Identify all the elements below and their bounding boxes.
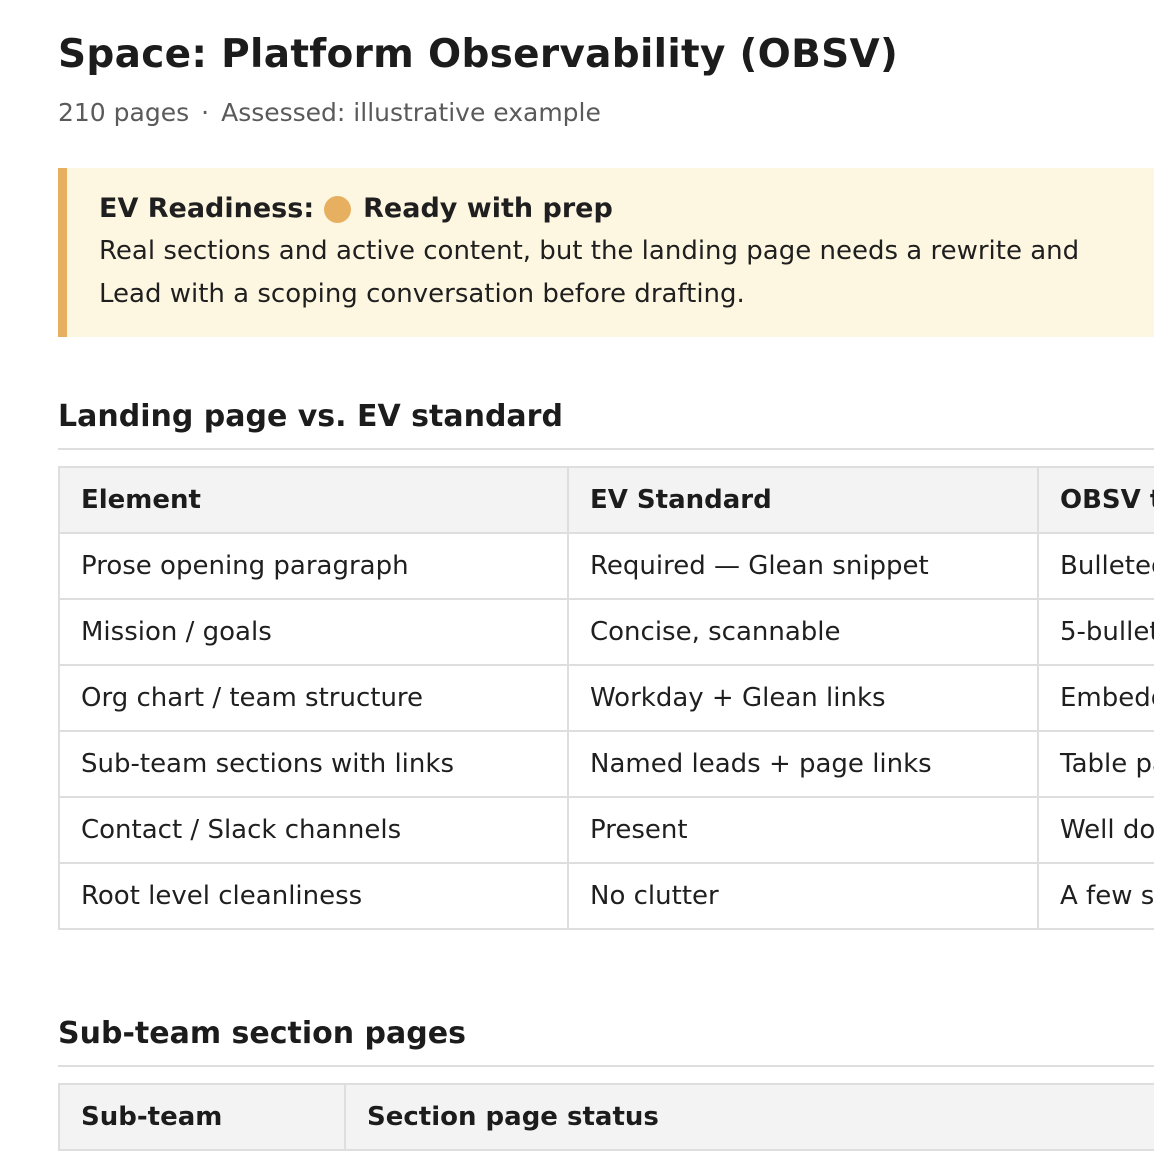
readiness-label: EV Readiness: [99, 193, 315, 224]
column-header-element: Element [58, 466, 569, 534]
table-cell: Bulleted [1037, 532, 1154, 600]
table-cell: Root level cleanliness [58, 862, 569, 930]
subteam-table: Sub-team Section page status [58, 1083, 1154, 1151]
page-title: Space: Platform Observability (OBSV) [58, 32, 899, 77]
section-divider [58, 448, 1154, 450]
table-cell: Well doc [1037, 796, 1154, 864]
column-header-obsv: OBSV today [1037, 466, 1154, 534]
column-header-subteam: Sub-team [58, 1083, 346, 1151]
table-cell: Named leads + page links [567, 730, 1039, 798]
landing-comparison-table: Element EV Standard OBSV today Prose ope… [58, 466, 1154, 930]
readiness-line-2: Lead with a scoping conversation before … [99, 279, 745, 309]
page-count: 210 pages [58, 98, 190, 127]
table-cell: Present [567, 796, 1039, 864]
table-cell: Required — Glean snippet [567, 532, 1039, 600]
table-cell: Table pa [1037, 730, 1154, 798]
table-cell: No clutter [567, 862, 1039, 930]
table-row: Org chart / team structure Workday + Gle… [58, 664, 1154, 732]
column-header-section-status: Section page status [344, 1083, 1154, 1151]
table-cell: 5-bullet [1037, 598, 1154, 666]
table-cell: Org chart / team structure [58, 664, 569, 732]
table-cell: Mission / goals [58, 598, 569, 666]
readiness-status: Ready with prep [363, 193, 613, 224]
table-row: Prose opening paragraph Required — Glean… [58, 532, 1154, 600]
readiness-headline: EV Readiness: Ready with prep [99, 190, 1154, 228]
page: Space: Platform Observability (OBSV) 210… [0, 0, 1154, 1154]
table-cell: Contact / Slack channels [58, 796, 569, 864]
assessed-label: Assessed: illustrative example [221, 98, 601, 127]
table-cell: A few st [1037, 862, 1154, 930]
section-divider [58, 1065, 1154, 1067]
readiness-callout: EV Readiness: Ready with prep Real secti… [58, 168, 1154, 337]
readiness-description: Real sections and active content, but th… [99, 230, 1154, 316]
table-row: Mission / goals Concise, scannable 5-bul… [58, 598, 1154, 666]
landing-section-heading: Landing page vs. EV standard [58, 399, 563, 434]
subteam-section-heading: Sub-team section pages [58, 1016, 466, 1051]
table-cell: Embedded [1037, 664, 1154, 732]
table-cell: Workday + Glean links [567, 664, 1039, 732]
meta-separator: · [201, 98, 210, 127]
table-row: Root level cleanliness No clutter A few … [58, 862, 1154, 930]
table-cell: Prose opening paragraph [58, 532, 569, 600]
page-meta: 210 pages · Assessed: illustrative example [58, 96, 601, 130]
table-header-row: Element EV Standard OBSV today [58, 466, 1154, 534]
column-header-ev-standard: EV Standard [567, 466, 1039, 534]
status-dot-icon [324, 195, 352, 223]
table-header-row: Sub-team Section page status [58, 1083, 1154, 1151]
table-cell: Sub-team sections with links [58, 730, 569, 798]
readiness-line-1: Real sections and active content, but th… [99, 236, 1080, 266]
table-cell: Concise, scannable [567, 598, 1039, 666]
table-row: Contact / Slack channels Present Well do… [58, 796, 1154, 864]
table-row: Sub-team sections with links Named leads… [58, 730, 1154, 798]
